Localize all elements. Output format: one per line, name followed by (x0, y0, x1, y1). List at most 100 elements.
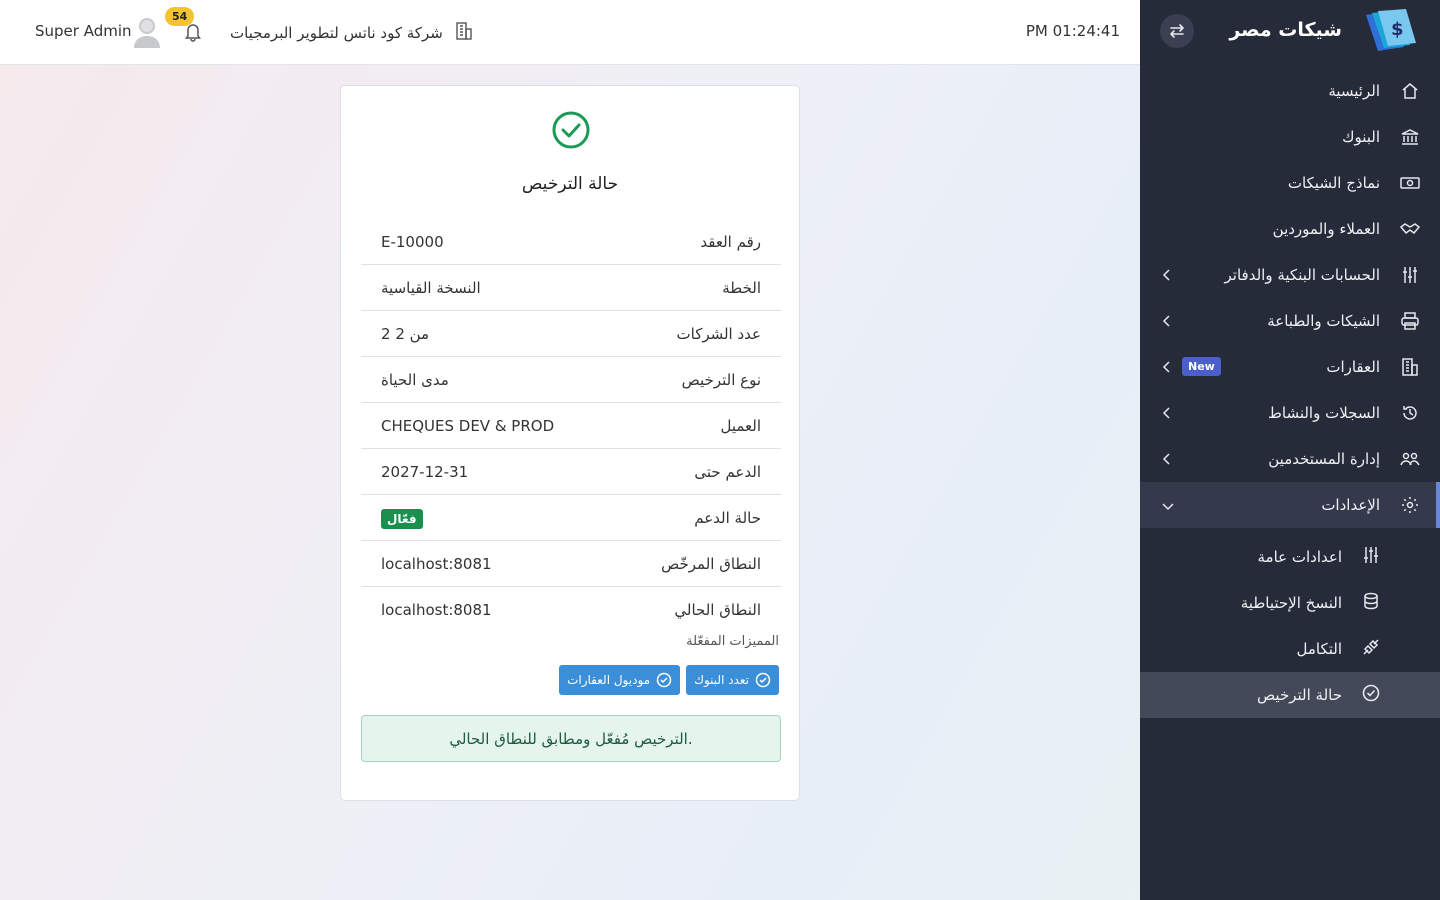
sidebar-item-label: الإعدادات (1321, 496, 1380, 514)
money-icon (1400, 173, 1420, 193)
subitem-label: النسخ الإحتياطية (1240, 594, 1342, 612)
sidebar-item-banks[interactable]: البنوك (1140, 114, 1440, 160)
brand: شيكات مصر $ (1140, 0, 1440, 60)
clock: PM 01:24:41 (1025, 22, 1120, 40)
table-row: الدعم حتى 2027-12-31 (361, 449, 781, 495)
row-key: الدعم حتى (694, 462, 761, 481)
sidebar-item-label: الرئيسية (1328, 82, 1380, 100)
license-valid-icon (551, 110, 591, 154)
handshake-icon (1400, 219, 1420, 239)
sidebar-toggle-button[interactable] (1160, 14, 1194, 48)
sidebar: شيكات مصر $ الرئيسية البنوك نماذج الشيكا… (1140, 0, 1440, 900)
table-row: عدد الشركات 2 من 2 (361, 311, 781, 357)
chevron-left-icon (1162, 451, 1172, 469)
table-row: حالة الدعم فعّال (361, 495, 781, 541)
status-badge: فعّال (381, 508, 423, 529)
feature-label: موديول العقارات (567, 673, 651, 687)
sidebar-item-label: الحسابات البنكية والدفاتر (1224, 266, 1380, 284)
users-icon (1400, 449, 1420, 469)
row-key: نوع الترخيص (681, 370, 761, 389)
table-row: النطاق المرخّص localhost:8081 (361, 541, 781, 587)
gear-icon (1400, 495, 1420, 515)
row-key: العميل (720, 416, 761, 435)
top-bar: PM 01:24:41 شركة كود ناتس لتطوير البرمجي… (0, 0, 1140, 65)
notification-count-badge: 54 (165, 7, 195, 26)
printer-icon (1400, 311, 1420, 331)
subitem-backups[interactable]: النسخ الإحتياطية (1140, 580, 1440, 626)
row-key: حالة الدعم (694, 508, 761, 527)
sidebar-item-logs-activity[interactable]: السجلات والنشاط (1140, 390, 1440, 436)
brand-logo-icon: $ (1366, 9, 1416, 51)
avatar[interactable] (133, 16, 161, 48)
sidebar-item-label: إدارة المستخدمين (1268, 450, 1380, 468)
settings-submenu: اعدادات عامة النسخ الإحتياطية التكامل حا… (1140, 534, 1440, 718)
feature-badge: موديول العقارات (559, 665, 681, 695)
database-icon (1362, 592, 1380, 614)
swap-arrows-icon (1170, 24, 1184, 38)
enabled-features: تعدد البنوك موديول العقارات (559, 665, 779, 695)
company-selector[interactable]: شركة كود ناتس لتطوير البرمجيات (230, 22, 473, 44)
row-value: E-10000 (381, 232, 444, 251)
row-value: 2027-12-31 (381, 462, 469, 481)
company-name: شركة كود ناتس لتطوير البرمجيات (230, 24, 443, 42)
sidebar-item-label: البنوك (1342, 128, 1380, 146)
subitem-label: التكامل (1296, 640, 1342, 658)
table-row: نوع الترخيص مدى الحياة (361, 357, 781, 403)
chevron-left-icon (1162, 359, 1172, 377)
building-icon (1400, 357, 1420, 377)
adjustments-icon (1362, 546, 1380, 568)
row-value: CHEQUES DEV & PROD (381, 416, 555, 435)
row-value: 2 من 2 (381, 324, 430, 343)
bank-icon (1400, 127, 1420, 147)
svg-text:$: $ (1391, 19, 1404, 40)
sidebar-item-customers-suppliers[interactable]: العملاء والموردين (1140, 206, 1440, 252)
check-circle-icon (755, 672, 771, 688)
row-value: النسخة القياسية (381, 278, 481, 297)
row-key: عدد الشركات (676, 324, 762, 343)
license-status-alert: الترخيص مُفعّل ومطابق للنطاق الحالي. (361, 715, 781, 762)
row-key: النطاق المرخّص (661, 554, 761, 573)
plug-icon (1362, 638, 1380, 660)
row-value: localhost:8081 (381, 601, 492, 619)
table-row: رقم العقد E-10000 (361, 219, 781, 265)
sidebar-item-cheque-templates[interactable]: نماذج الشيكات (1140, 160, 1440, 206)
row-key: رقم العقد (700, 232, 761, 251)
table-row: النطاق الحالي localhost:8081 (361, 587, 781, 633)
sidebar-item-cheques-printing[interactable]: الشيكات والطباعة (1140, 298, 1440, 344)
home-icon (1400, 81, 1420, 101)
license-details-table: رقم العقد E-10000 الخطة النسخة القياسية … (361, 219, 781, 633)
building-icon (455, 22, 473, 44)
subitem-license-status[interactable]: حالة الترخيص (1140, 672, 1440, 718)
subitem-label: اعدادات عامة (1257, 548, 1343, 566)
feature-label: تعدد البنوك (694, 673, 749, 687)
subitem-label: حالة الترخيص (1257, 686, 1342, 704)
table-row: الخطة النسخة القياسية (361, 265, 781, 311)
history-icon (1400, 403, 1420, 423)
table-row: العميل CHEQUES DEV & PROD (361, 403, 781, 449)
sidebar-item-label: الشيكات والطباعة (1267, 312, 1380, 330)
chevron-left-icon (1162, 405, 1172, 423)
check-circle-icon (656, 672, 672, 688)
chevron-left-icon (1162, 313, 1172, 331)
subitem-general-settings[interactable]: اعدادات عامة (1140, 534, 1440, 580)
row-value: مدى الحياة (381, 370, 449, 389)
sliders-icon (1400, 265, 1420, 285)
features-label: المميزات المفعّلة (686, 634, 779, 649)
sidebar-item-user-management[interactable]: إدارة المستخدمين (1140, 436, 1440, 482)
chevron-left-icon (1162, 267, 1172, 285)
sidebar-item-settings[interactable]: الإعدادات (1140, 482, 1440, 528)
card-title: حالة الترخيص (521, 174, 619, 194)
brand-title: شيكات مصر (1229, 19, 1342, 41)
sidebar-item-real-estate[interactable]: New العقارات (1140, 344, 1440, 390)
sidebar-item-bank-accounts[interactable]: الحسابات البنكية والدفاتر (1140, 252, 1440, 298)
row-value: localhost:8081 (381, 554, 492, 573)
subitem-integration[interactable]: التكامل (1140, 626, 1440, 672)
sidebar-item-label: العقارات (1326, 358, 1380, 376)
sidebar-item-home[interactable]: الرئيسية (1140, 68, 1440, 114)
username[interactable]: Super Admin (35, 22, 132, 40)
chevron-down-icon (1162, 497, 1174, 515)
row-key: النطاق الحالي (674, 601, 761, 619)
sidebar-item-label: نماذج الشيكات (1287, 174, 1380, 192)
row-key: الخطة (722, 278, 761, 297)
main-menu: الرئيسية البنوك نماذج الشيكات العملاء وا… (1140, 68, 1440, 528)
